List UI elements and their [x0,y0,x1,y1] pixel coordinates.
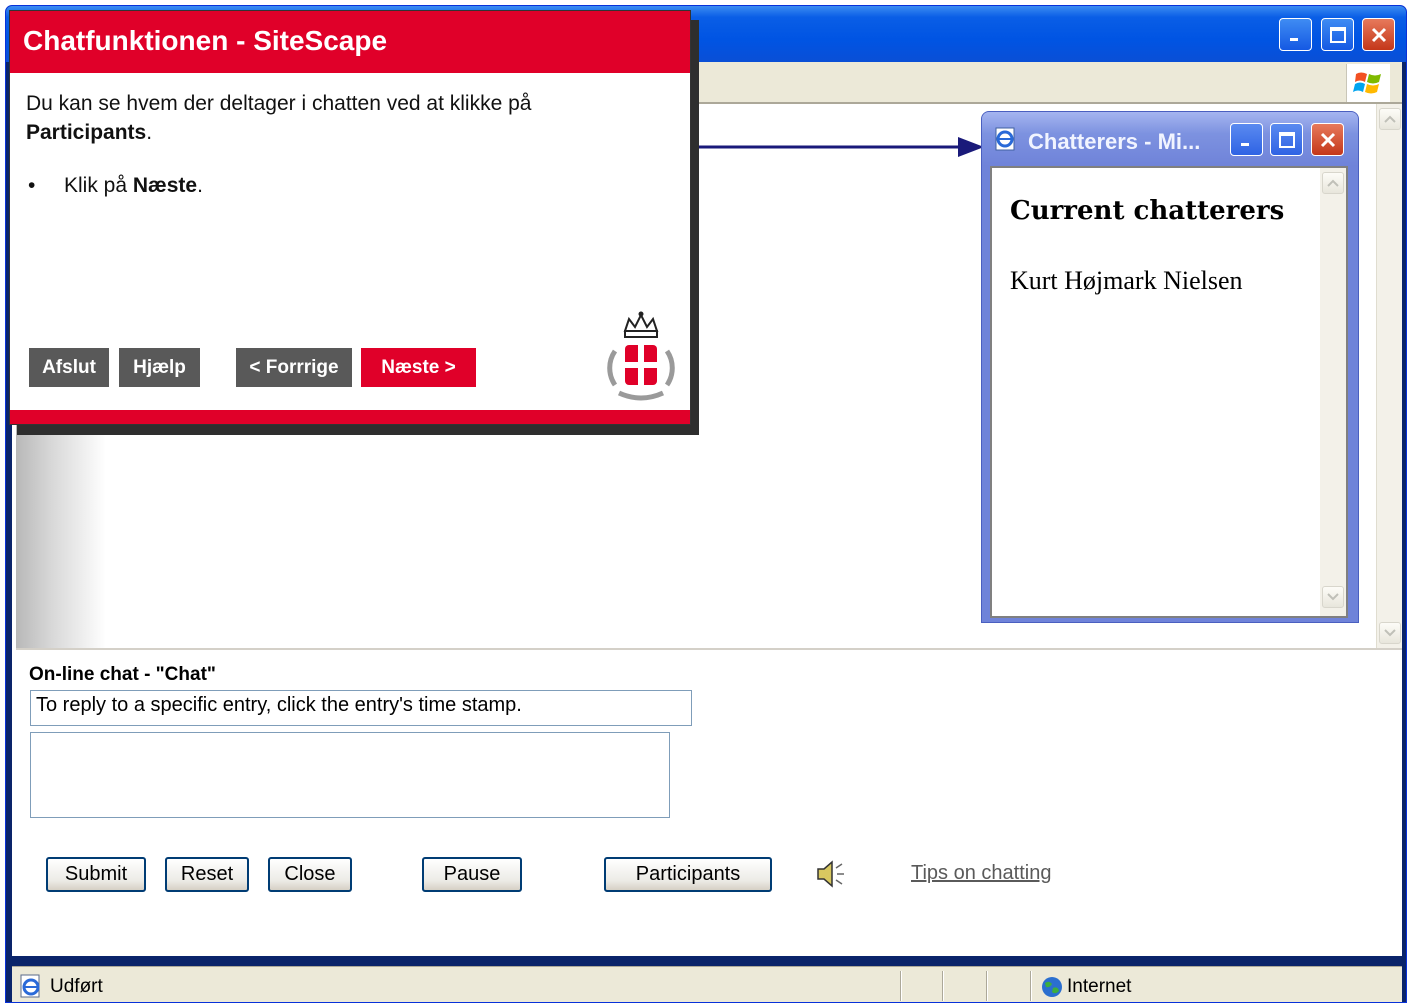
status-divider [1030,971,1032,1001]
participants-button[interactable]: Participants [604,857,772,892]
tutorial-instruction: Du kan se hvem der deltager i chatten ve… [26,89,626,147]
tutorial-header: Chatfunktionen - SiteScape [10,11,690,73]
royal-crest-logo [607,311,675,401]
popup-scroll-up-button[interactable] [1322,172,1344,194]
chatterers-window: Chatterers - Mi... Current chatterers Ku… [981,111,1359,623]
popup-maximize-button[interactable] [1270,123,1303,156]
scroll-up-button[interactable] [1379,108,1401,130]
pause-button[interactable]: Pause [422,857,522,892]
previous-button[interactable]: < Forrrige [236,348,352,387]
minimize-icon [1289,37,1298,41]
instruction-text: Du kan se hvem der deltager i chatten ve… [26,92,532,115]
exit-button[interactable]: Afslut [29,348,109,387]
tutorial-footer [10,410,690,424]
speaker-icon[interactable] [814,858,848,890]
close-icon [1320,132,1335,147]
tips-link[interactable]: Tips on chatting [911,862,1051,885]
chevron-down-icon [1327,593,1339,601]
chatterers-heading: Current chatterers [1010,196,1285,226]
close-button[interactable]: Close [268,857,352,892]
ie-page-icon [995,127,1015,151]
bullet-suffix: . [197,174,203,197]
status-divider [942,971,944,1001]
minimize-icon [1240,142,1249,146]
bullet-dot: • [28,174,36,197]
help-button[interactable]: Hjælp [119,348,200,387]
popup-minimize-button[interactable] [1230,123,1263,156]
instruction-suffix: . [146,121,153,144]
popup-close-button[interactable] [1311,123,1344,156]
scroll-down-button[interactable] [1379,622,1401,644]
zone-text: Internet [1067,976,1132,997]
bullet-bold: Næste [132,174,198,197]
instruction-bold: Participants [26,121,147,144]
chatterers-titlebar[interactable]: Chatterers - Mi... [982,112,1358,166]
tutorial-title: Chatfunktionen - SiteScape [23,25,388,56]
status-divider [986,971,988,1001]
globe-icon [1042,977,1062,997]
tutorial-bullet: • Klik på Næste. [28,174,203,198]
chevron-up-icon [1384,115,1396,123]
main-scrollbar[interactable] [1376,104,1402,648]
popup-scrollbar[interactable] [1320,168,1346,616]
tutorial-dialog: Chatfunktionen - SiteScape Du kan se hve… [9,10,691,425]
submit-button[interactable]: Submit [46,857,146,892]
pointer-arrow [652,137,984,157]
message-textarea[interactable] [30,732,670,818]
maximize-button[interactable] [1321,18,1354,51]
chatterers-body: Current chatterers Kurt Højmark Nielsen [990,166,1348,618]
minimize-button[interactable] [1279,18,1312,51]
reply-hint-field[interactable]: To reply to a specific entry, click the … [30,690,692,726]
close-icon [1371,27,1386,42]
maximize-icon [1278,131,1295,148]
chat-title: On-line chat - "Chat" [29,664,216,685]
chatterers-title: Chatterers - Mi... [1028,129,1201,154]
chevron-down-icon [1384,629,1396,637]
close-window-button[interactable] [1362,18,1395,51]
windows-logo-icon [1346,64,1390,102]
status-divider [900,971,902,1001]
ie-page-icon [20,974,40,998]
reset-button[interactable]: Reset [165,857,249,892]
status-text: Udført [50,976,103,997]
chevron-up-icon [1327,179,1339,187]
popup-scroll-down-button[interactable] [1322,586,1344,608]
chatterer-name: Kurt Højmark Nielsen [1010,266,1243,295]
bullet-text: Klik på [64,174,133,197]
chat-frame: On-line chat - "Chat" To reply to a spec… [16,652,1402,956]
maximize-icon [1329,26,1346,43]
status-bar: Udført Internet [12,966,1402,1002]
next-button[interactable]: Næste > [361,348,476,387]
